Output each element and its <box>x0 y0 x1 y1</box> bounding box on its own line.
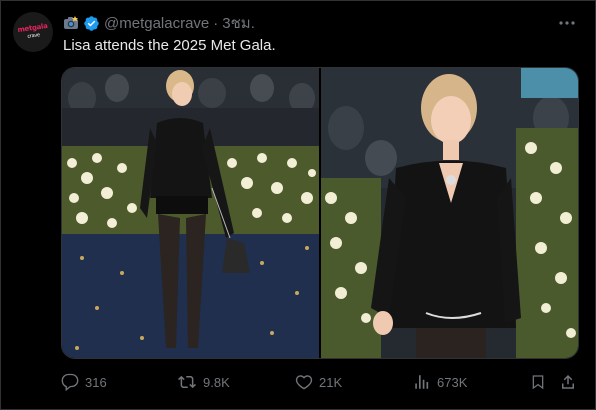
tweet-handle[interactable]: @metgalacrave <box>104 15 209 32</box>
photo-right[interactable] <box>321 68 578 358</box>
share-button[interactable] <box>559 371 583 393</box>
reply-count: 316 <box>85 374 107 390</box>
views-button[interactable]: 673K <box>413 371 467 393</box>
avatar-logo: metgala crave <box>17 22 49 42</box>
separator-dot: · <box>213 14 219 32</box>
views-icon <box>415 375 429 389</box>
tweet-header: @metgalacrave · 3ชม. <box>63 13 255 33</box>
bookmark-icon <box>532 375 544 390</box>
photo-left[interactable] <box>62 68 319 358</box>
share-icon <box>562 374 574 389</box>
tweet-card[interactable]: metgala crave @metgalacrave · 3ชม. Lisa … <box>0 0 596 410</box>
verified-badge-icon <box>83 15 100 32</box>
like-count: 21K <box>319 374 343 390</box>
more-icon[interactable] <box>557 13 577 33</box>
like-icon <box>295 375 313 390</box>
bookmark-button[interactable] <box>530 371 552 393</box>
repost-button[interactable]: 9.8K <box>177 371 230 393</box>
avatar[interactable]: metgala crave <box>13 12 53 52</box>
views-count: 673K <box>437 374 468 390</box>
repost-icon <box>178 375 196 389</box>
like-button[interactable]: 21K <box>295 371 342 393</box>
reply-icon <box>61 373 79 391</box>
reply-button[interactable]: 316 <box>61 371 107 393</box>
action-bar: 316 9.8K 21K 673K <box>61 371 581 393</box>
tweet-time[interactable]: 3ชม. <box>222 11 255 35</box>
repost-count: 9.8K <box>203 374 230 390</box>
media-grid[interactable] <box>61 67 579 359</box>
camera-emoji-icon <box>63 15 79 31</box>
tweet-text: Lisa attends the 2025 Met Gala. <box>63 37 276 54</box>
